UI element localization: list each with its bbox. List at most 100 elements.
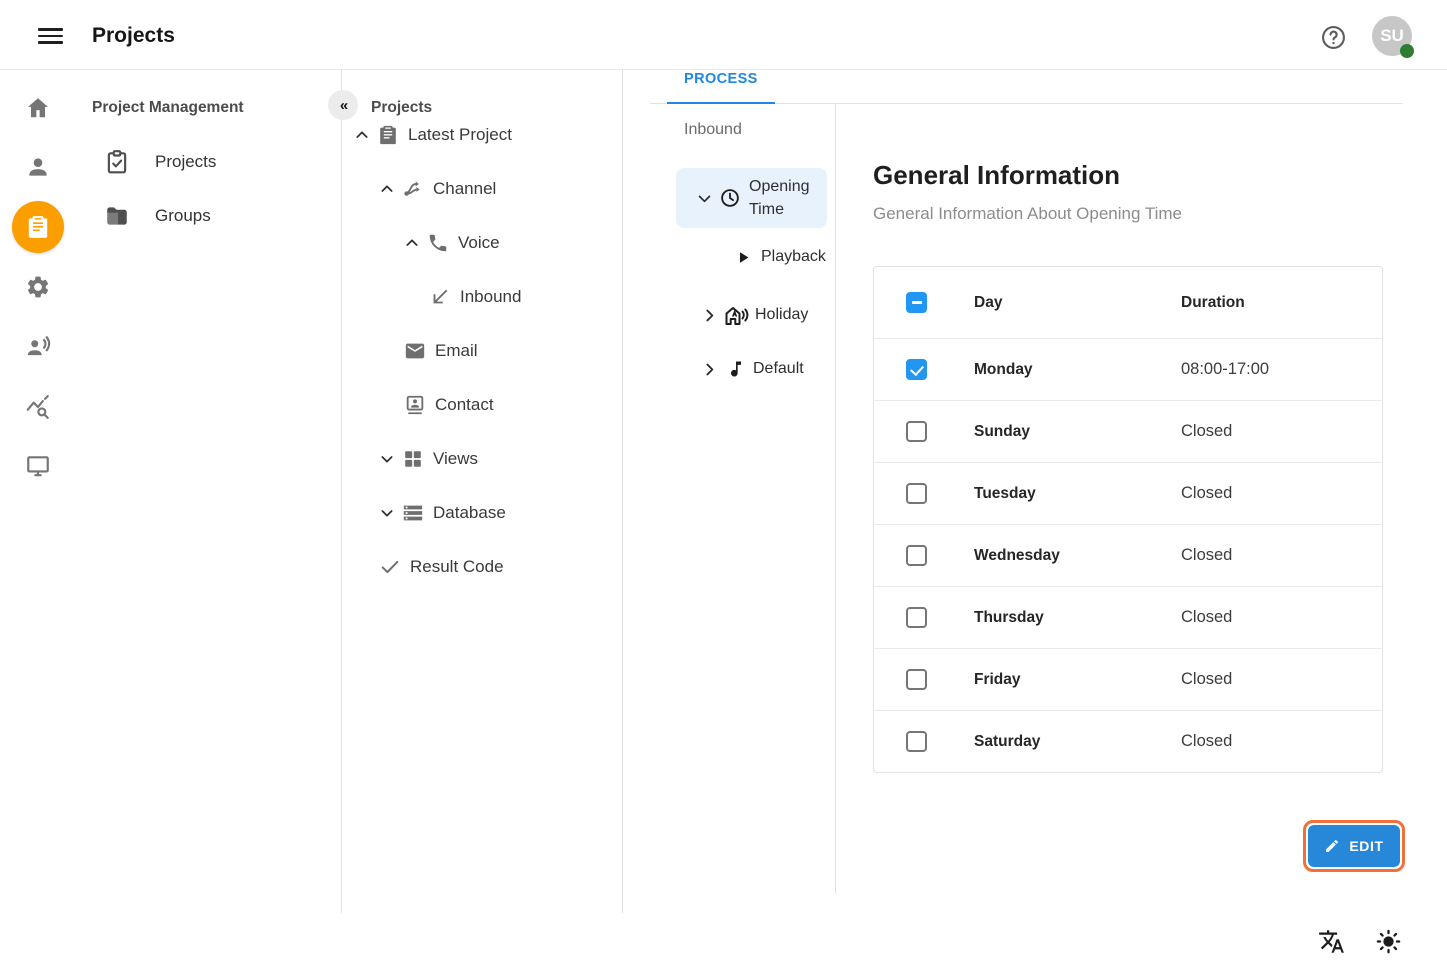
avatar[interactable]: SU <box>1372 16 1412 56</box>
tree-item-email[interactable]: Email <box>342 324 622 378</box>
tab-bar: PROCESS <box>623 70 1447 104</box>
icon-rail <box>0 70 75 913</box>
page-title: Projects <box>92 24 175 48</box>
chevron-down-icon[interactable] <box>696 190 713 207</box>
hamburger-menu-icon[interactable] <box>38 28 63 44</box>
chevron-right-icon[interactable] <box>701 361 718 378</box>
table-row-friday[interactable]: Friday Closed <box>874 648 1382 710</box>
day-cell: Wednesday <box>974 547 1060 565</box>
select-all-checkbox[interactable] <box>906 292 927 313</box>
tree-item-voice[interactable]: Voice <box>342 216 622 270</box>
checkmark-icon <box>379 556 401 578</box>
clock-icon <box>719 187 741 209</box>
tree-item-label: Voice <box>458 233 500 253</box>
table-row-saturday[interactable]: Saturday Closed <box>874 710 1382 772</box>
table-row-sunday[interactable]: Sunday Closed <box>874 400 1382 462</box>
table-row-monday[interactable]: Monday 08:00-17:00 <box>874 338 1382 400</box>
chevron-right-icon[interactable] <box>701 307 718 324</box>
day-cell: Thursday <box>974 609 1044 627</box>
gear-icon <box>25 274 51 300</box>
table-row-tuesday[interactable]: Tuesday Closed <box>874 462 1382 524</box>
top-bar: Projects SU <box>0 0 1447 70</box>
day-cell: Tuesday <box>974 485 1036 503</box>
process-item-default[interactable]: Default <box>701 355 804 383</box>
tree-item-result-code[interactable]: Result Code <box>342 540 622 594</box>
duration-cell: Closed <box>1181 422 1232 441</box>
play-icon <box>735 249 752 266</box>
help-icon[interactable] <box>1321 25 1346 50</box>
row-checkbox[interactable] <box>906 483 927 504</box>
process-item-playback[interactable]: Playback <box>735 243 826 271</box>
project-tree: Latest Project Channel Voice Inbound Ema… <box>342 108 622 594</box>
tree-item-label: Channel <box>433 179 496 199</box>
process-item-label: Default <box>753 360 804 378</box>
row-checkbox[interactable] <box>906 545 927 566</box>
section-subtitle: General Information About Opening Time <box>873 204 1182 224</box>
person-icon <box>25 154 51 180</box>
rail-item-voice-admin[interactable] <box>0 321 75 373</box>
home-icon <box>25 95 51 121</box>
sidebar-item-groups[interactable]: Groups <box>75 189 341 243</box>
monitor-icon <box>25 453 51 479</box>
translate-icon[interactable] <box>1318 928 1345 955</box>
tree-item-latest-project[interactable]: Latest Project <box>342 108 622 162</box>
process-header: Inbound <box>684 121 742 139</box>
process-item-holiday[interactable]: Holiday <box>701 301 808 329</box>
tree-item-database[interactable]: Database <box>342 486 622 540</box>
edit-button-highlight: EDIT <box>1303 820 1405 872</box>
tree-item-contact[interactable]: Contact <box>342 378 622 432</box>
tree-item-inbound[interactable]: Inbound <box>342 270 622 324</box>
row-checkbox[interactable] <box>906 421 927 442</box>
rail-item-projects[interactable] <box>0 201 75 253</box>
chevron-up-icon[interactable] <box>354 127 370 143</box>
tab-process[interactable]: PROCESS <box>667 70 775 104</box>
table-header-row: Day Duration <box>874 267 1382 338</box>
main-content: General Information General Information … <box>836 104 1447 893</box>
process-item-label: Holiday <box>755 306 808 324</box>
voice-over-icon <box>25 334 51 360</box>
row-checkbox[interactable] <box>906 731 927 752</box>
double-chevron-left-icon: « <box>340 97 346 114</box>
rail-item-settings[interactable] <box>0 261 75 313</box>
chevron-down-icon[interactable] <box>379 505 395 521</box>
rail-item-analytics[interactable] <box>0 381 75 433</box>
day-cell: Sunday <box>974 423 1030 441</box>
tree-item-label: Result Code <box>410 557 504 577</box>
sidebar-item-label: Projects <box>155 152 216 172</box>
column-header-duration: Duration <box>1181 294 1245 312</box>
holiday-icon <box>724 303 750 327</box>
active-item-highlight <box>12 201 64 253</box>
process-item-label: Opening Time <box>749 175 813 221</box>
arrow-inbound-icon <box>429 286 451 308</box>
sidebar-item-projects[interactable]: Projects <box>75 135 341 189</box>
rail-item-users[interactable] <box>0 141 75 193</box>
chevron-up-icon[interactable] <box>379 181 395 197</box>
section-title: General Information <box>873 160 1120 191</box>
sidebar-header: Project Management <box>92 99 244 117</box>
table-row-thursday[interactable]: Thursday Closed <box>874 586 1382 648</box>
collapse-panel-button[interactable]: « <box>328 90 358 120</box>
phone-icon <box>427 232 449 254</box>
tree-item-label: Inbound <box>460 287 521 307</box>
clipboard-icon <box>25 214 51 240</box>
sidebar-item-label: Groups <box>155 206 211 226</box>
row-checkbox[interactable] <box>906 607 927 628</box>
rail-item-home[interactable] <box>0 82 75 134</box>
process-item-label: Playback <box>761 248 826 266</box>
chevron-up-icon[interactable] <box>404 235 420 251</box>
row-checkbox[interactable] <box>906 669 927 690</box>
branch-icon <box>402 178 424 200</box>
process-item-opening-time[interactable]: Opening Time <box>676 168 827 228</box>
grid-icon <box>402 448 424 470</box>
day-cell: Saturday <box>974 733 1040 751</box>
contact-card-icon <box>404 394 426 416</box>
row-checkbox[interactable] <box>906 359 927 380</box>
table-row-wednesday[interactable]: Wednesday Closed <box>874 524 1382 586</box>
day-cell: Friday <box>974 671 1021 689</box>
rail-item-monitoring[interactable] <box>0 440 75 492</box>
chevron-down-icon[interactable] <box>379 451 395 467</box>
tree-item-views[interactable]: Views <box>342 432 622 486</box>
brightness-icon[interactable] <box>1375 928 1402 955</box>
edit-button[interactable]: EDIT <box>1308 825 1400 867</box>
tree-item-channel[interactable]: Channel <box>342 162 622 216</box>
